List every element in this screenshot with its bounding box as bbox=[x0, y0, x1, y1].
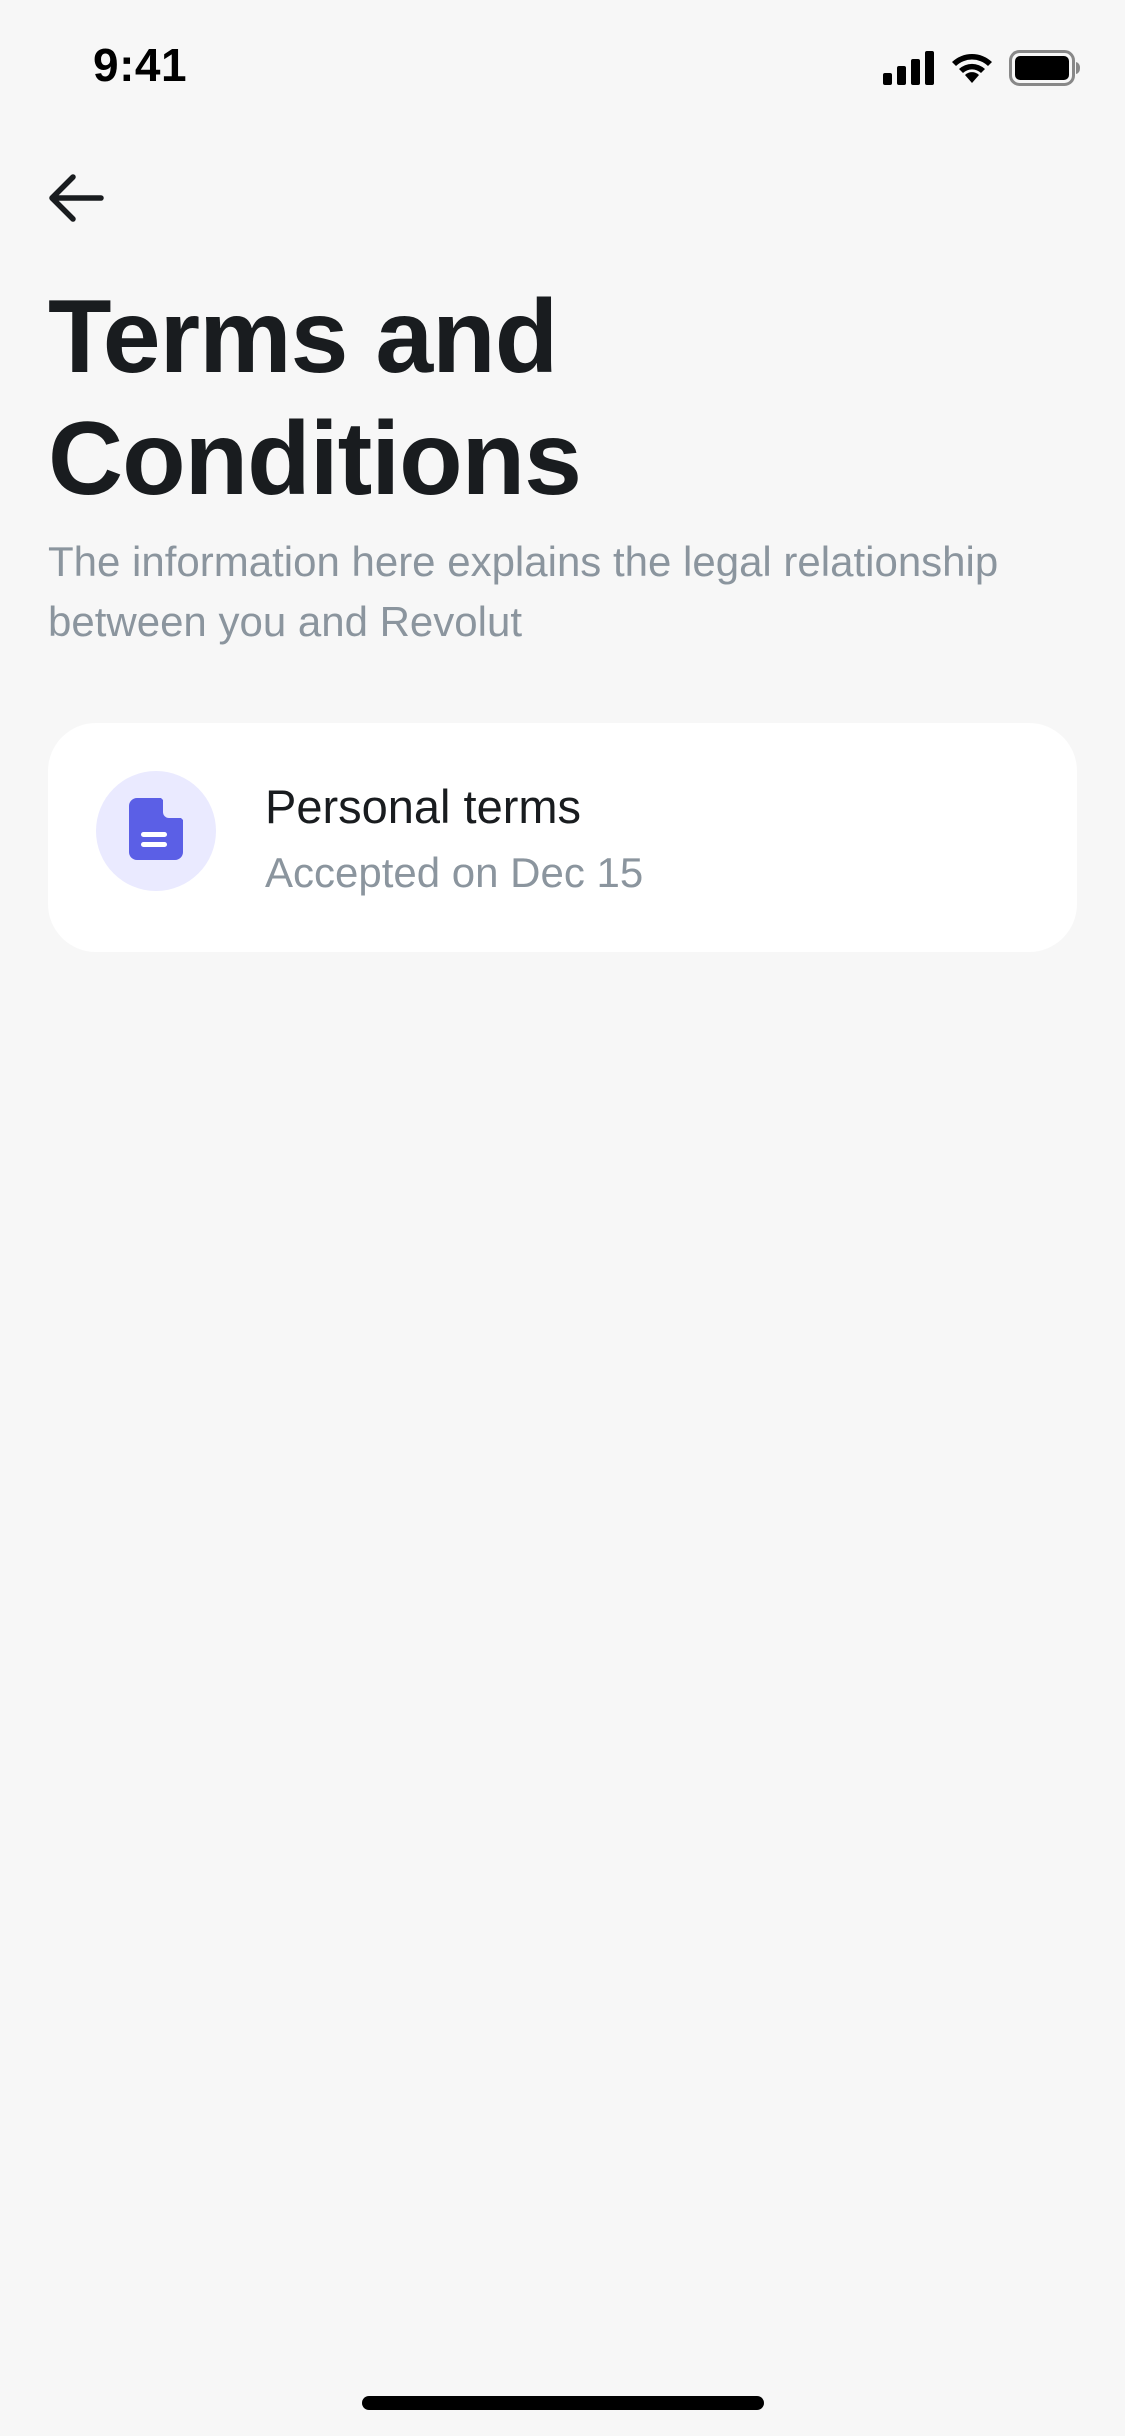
status-time: 9:41 bbox=[93, 39, 188, 91]
back-button[interactable] bbox=[36, 160, 116, 240]
personal-terms-item[interactable]: Personal terms Accepted on Dec 15 bbox=[48, 723, 1077, 952]
page-subtitle: The information here explains the legal … bbox=[48, 538, 999, 645]
status-icons bbox=[883, 50, 1081, 91]
status-bar: 9:41 bbox=[0, 0, 1125, 132]
wifi-icon bbox=[949, 51, 995, 90]
cellular-signal-icon bbox=[883, 51, 935, 90]
home-indicator[interactable] bbox=[362, 2396, 764, 2410]
terms-item-title: Personal terms bbox=[265, 780, 582, 833]
document-icon-badge bbox=[96, 771, 216, 891]
terms-item-status: Accepted on Dec 15 bbox=[265, 849, 644, 896]
battery-icon bbox=[1009, 50, 1081, 91]
document-icon bbox=[129, 797, 183, 865]
page-title: Terms and Conditions bbox=[48, 279, 582, 517]
arrow-left-icon bbox=[47, 173, 105, 228]
